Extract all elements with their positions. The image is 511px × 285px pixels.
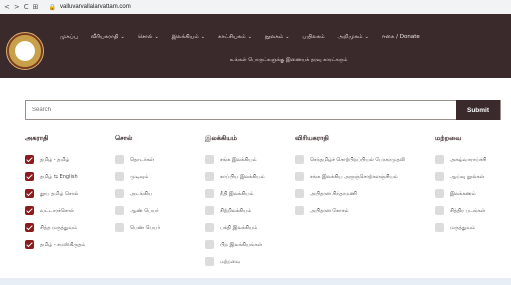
menu-item-library[interactable]: நூலகம் ⌄ [265,34,290,41]
filter-column-dictionary: அகராதி தமிழ் - தமிழ் தமிழ் ⇆ English தூய… [25,134,85,253]
filter-option[interactable]: சித்திர படங்கள் [435,202,486,219]
checkbox[interactable] [205,257,214,266]
filter-column-others: மற்றவை அகழ்வாராய்ச்சி ஆய்வு நூல்கள் இலக்… [435,134,486,236]
menu-item-dictionary[interactable]: வீரியகராதி ⌄ [91,34,125,41]
checkbox[interactable] [115,172,124,181]
filter-option[interactable]: மற்றவை [205,253,265,270]
checkbox-checked[interactable] [25,189,34,198]
filter-heading: இலக்கியம் [205,134,238,142]
checkbox[interactable] [435,189,444,198]
checkbox-checked[interactable] [25,206,34,215]
filter-option[interactable]: சித்த மருத்துவம் [25,219,85,236]
filter-option[interactable]: முடிவும் [115,168,160,185]
filter-column-word: சொல் தொடர்கள் முடிவும் அடங்கிய ஆண் பெயர்… [115,134,160,236]
site-logo[interactable] [6,32,44,70]
checkbox-checked[interactable] [25,223,34,232]
reload-icon[interactable]: C [24,3,29,11]
chevron-down-icon: ⌄ [247,34,252,40]
menu-item-about[interactable]: அறிமுகம் ⌄ [338,34,369,41]
filter-option[interactable]: சிற்றிலக்கியம் [205,202,265,219]
filter-option[interactable]: அபிதான கோசம் [295,202,405,219]
chevron-down-icon: ⌄ [200,34,205,40]
menu-item-home[interactable]: முகப்பு [60,34,78,41]
filter-option[interactable]: காப்பிய இலக்கியம் [205,168,265,185]
checkbox[interactable] [435,155,444,164]
checkbox[interactable] [205,206,214,215]
filter-option[interactable]: தமிழ் ⇆ English [25,168,85,185]
filter-option[interactable]: ஆய்வு நூல்கள் [435,168,486,185]
checkbox-checked[interactable] [25,155,34,164]
address-bar-url: valluvarvallalarvattam.com [60,4,131,10]
chevron-down-icon: ⌄ [120,34,125,40]
checkbox[interactable] [205,155,214,164]
site-tagline: உங்கள் பொருட்களுக்கு இணையக் தரவு காரட்கர… [230,57,348,63]
checkbox[interactable] [435,223,444,232]
page-bottom-strip [0,278,511,285]
filter-option[interactable]: பெண் பெயர் [115,219,160,236]
filter-option[interactable]: அபிதான சிந்தாமணி [295,185,405,202]
menu-item-donate[interactable]: ஈகை / Donate [382,34,420,41]
filter-option[interactable]: அகழ்வாராய்ச்சி [435,151,486,168]
checkbox[interactable] [115,223,124,232]
browser-toolbar: < > C ⊞ 🔒 valluvarvallalarvattam.com [0,0,511,14]
checkbox[interactable] [205,240,214,249]
back-icon[interactable]: < [4,3,10,11]
filter-option[interactable]: பிற இலக்கியங்கள் [205,236,265,253]
checkbox[interactable] [115,155,124,164]
menu-item-learning[interactable]: பயிலகம் [302,34,324,41]
filter-option[interactable]: சங்க இலக்கிய அருஞ்சொற்களஞ்சியம் [295,168,405,185]
filter-heading: மற்றவை [435,134,462,142]
checkbox[interactable] [435,172,444,181]
submit-button[interactable]: Submit [456,100,500,120]
filter-heading: சொல் [115,134,133,142]
checkbox-checked[interactable] [25,172,34,181]
apps-grid-icon[interactable]: ⊞ [33,3,39,11]
checkbox[interactable] [435,206,444,215]
filter-option[interactable]: சங்க இலக்கியம் [205,151,265,168]
filter-option[interactable]: தமிழ் - தமிழ் [25,151,85,168]
checkbox[interactable] [115,206,124,215]
forward-icon[interactable]: > [14,3,20,11]
filter-option[interactable]: இலக்கணம் [435,185,486,202]
filter-option[interactable]: நீதி இலக்கியம் [205,185,265,202]
filter-option[interactable]: தொடர்கள் [115,151,160,168]
chevron-down-icon: ⌄ [364,34,369,40]
checkbox-checked[interactable] [25,240,34,249]
menu-item-word[interactable]: சொல் ⌄ [138,34,159,41]
main-menu: முகப்பு வீரியகராதி ⌄ சொல் ⌄ இலக்கியம் ⌄ காட… [60,34,433,41]
filter-column-encyclopedia: விரியகராதி செந்தமிழ்ச் சொற்பிறப்பியல் பே… [295,134,405,219]
chevron-down-icon: ⌄ [154,34,159,40]
checkbox[interactable] [205,189,214,198]
lock-icon: 🔒 [48,3,56,11]
checkbox[interactable] [295,206,304,215]
filter-option[interactable]: தூய தமிழ் சொல் [25,185,85,202]
address-bar[interactable]: 🔒 valluvarvallalarvattam.com [49,4,131,11]
filter-heading: விரியகராதி [295,134,329,142]
checkbox[interactable] [115,189,124,198]
checkbox[interactable] [295,189,304,198]
filter-option[interactable]: பக்தி இலக்கியம் [205,219,265,236]
filter-option[interactable]: ஆண் பெயர் [115,202,160,219]
menu-item-gallery[interactable]: காட்சியகம் ⌄ [218,34,252,41]
checkbox[interactable] [295,155,304,164]
search-input[interactable] [26,101,456,119]
checkbox[interactable] [295,172,304,181]
checkbox[interactable] [205,172,214,181]
filter-heading: அகராதி [25,134,49,142]
filter-option[interactable]: அடங்கிய [115,185,160,202]
chevron-down-icon: ⌄ [285,34,290,40]
checkbox[interactable] [205,223,214,232]
filter-column-literature: இலக்கியம் சங்க இலக்கியம் காப்பிய இலக்கிய… [205,134,265,270]
filter-option[interactable]: மருத்துவம் [435,219,486,236]
site-header: முகப்பு வீரியகராதி ⌄ சொல் ⌄ இலக்கியம் ⌄ காட… [0,14,511,78]
filter-option[interactable]: வட்டாரச்சொல் [25,202,85,219]
search-bar: Submit [25,100,501,120]
filter-option[interactable]: தமிழ் - சமஸ்கிருதம் [25,236,85,253]
menu-item-literature[interactable]: இலக்கியம் ⌄ [172,34,205,41]
filter-option[interactable]: செந்தமிழ்ச் சொற்பிறப்பியல் பேரகரமுதலி [295,151,405,168]
